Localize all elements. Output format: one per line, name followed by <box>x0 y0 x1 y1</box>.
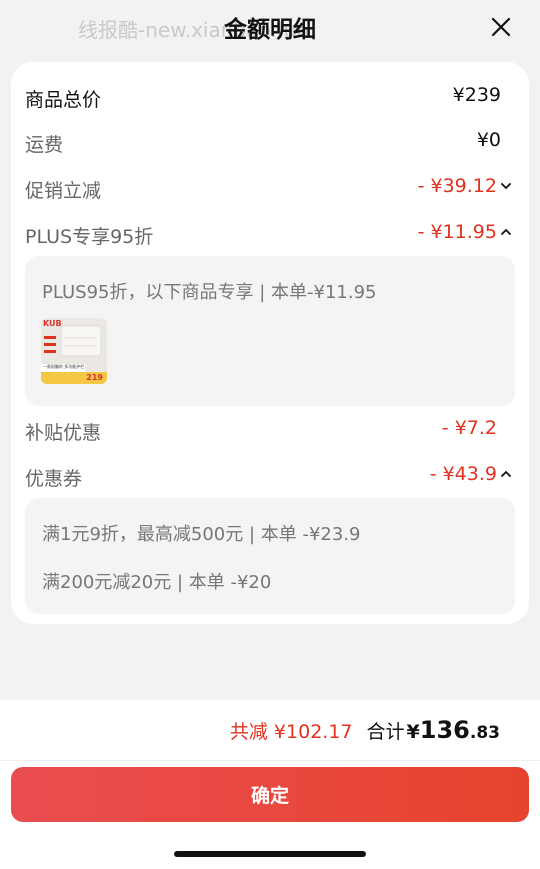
thumb-caption: 一款耐翻的 多功能护栏 <box>43 364 85 369</box>
goods-total-label: 商品总价 <box>25 89 102 111</box>
page-title: 金额明细 <box>224 17 316 43</box>
chevron-up-icon[interactable] <box>499 468 513 480</box>
coupon-value: - ¥43.9 <box>429 463 497 485</box>
subsidy-label: 补贴优惠 <box>25 422 102 444</box>
goods-total-value: ¥239 <box>452 84 501 106</box>
coupon-detail-2: 满200元减20元 | 本单 -¥20 <box>42 572 272 593</box>
subsidy-row: 补贴优惠 - ¥7.2 <box>25 416 513 446</box>
plus-value: - ¥11.95 <box>417 221 497 243</box>
shipping-row: 运费 ¥0 <box>25 128 513 158</box>
chevron-up-icon[interactable] <box>499 226 513 238</box>
coupon-detail-1: 满1元9折，最高减500元 | 本单 -¥23.9 <box>42 524 361 545</box>
promo-value-wrap: - ¥39.12 <box>418 175 513 197</box>
promo-row[interactable]: 促销立减 - ¥39.12 <box>25 174 513 204</box>
plus-detail-box: PLUS95折，以下商品专享 | 本单-¥11.95 KUB 一款耐翻的 多功能… <box>25 256 515 406</box>
confirm-button[interactable]: 确定 <box>11 767 529 822</box>
subsidy-value: - ¥7.2 <box>441 417 497 439</box>
sum-decimal: .83 <box>469 723 500 743</box>
thumb-brand: KUB <box>43 319 62 328</box>
plus-label: PLUS专享95折 <box>25 226 154 248</box>
sum-integer: 136 <box>419 716 470 744</box>
header: 线报酷-new.xianbao.fun 金额明细 <box>0 0 540 56</box>
home-indicator <box>174 851 366 857</box>
shipping-value: ¥0 <box>476 129 501 151</box>
close-icon[interactable] <box>486 12 516 42</box>
chevron-down-icon[interactable] <box>499 180 513 192</box>
coupon-detail-box: 满1元9折，最高减500元 | 本单 -¥23.9 满200元减20元 | 本单… <box>25 498 515 614</box>
goods-total-row: 商品总价 ¥239 <box>25 83 513 113</box>
sum-currency: ¥ <box>406 721 420 743</box>
total-reduce: 共减 ¥102.17 <box>229 721 353 743</box>
product-thumbnail[interactable]: KUB 一款耐翻的 多功能护栏 219 <box>41 318 107 384</box>
bottom-bar: 共减 ¥102.17 合计 ¥ 136 .83 确定 <box>0 700 540 869</box>
coupon-row[interactable]: 优惠券 - ¥43.9 <box>25 462 513 492</box>
divider <box>0 760 540 761</box>
plus-row[interactable]: PLUS专享95折 - ¥11.95 <box>25 220 513 250</box>
plus-detail-text: PLUS95折，以下商品专享 | 本单-¥11.95 <box>42 282 377 303</box>
coupon-value-wrap: - ¥43.9 <box>430 463 513 485</box>
shipping-label: 运费 <box>25 134 64 156</box>
plus-value-wrap: - ¥11.95 <box>418 221 513 243</box>
promo-label: 促销立减 <box>25 180 102 202</box>
thumb-price: 219 <box>86 373 103 382</box>
promo-value: - ¥39.12 <box>417 175 497 197</box>
amount-detail-card: 商品总价 ¥239 运费 ¥0 促销立减 - ¥39.12 PLUS专享95折 … <box>11 62 529 624</box>
coupon-label: 优惠券 <box>25 468 83 490</box>
total-summary: 共减 ¥102.17 合计 ¥ 136 .83 <box>230 716 500 744</box>
sum-label: 合计 <box>366 721 405 743</box>
